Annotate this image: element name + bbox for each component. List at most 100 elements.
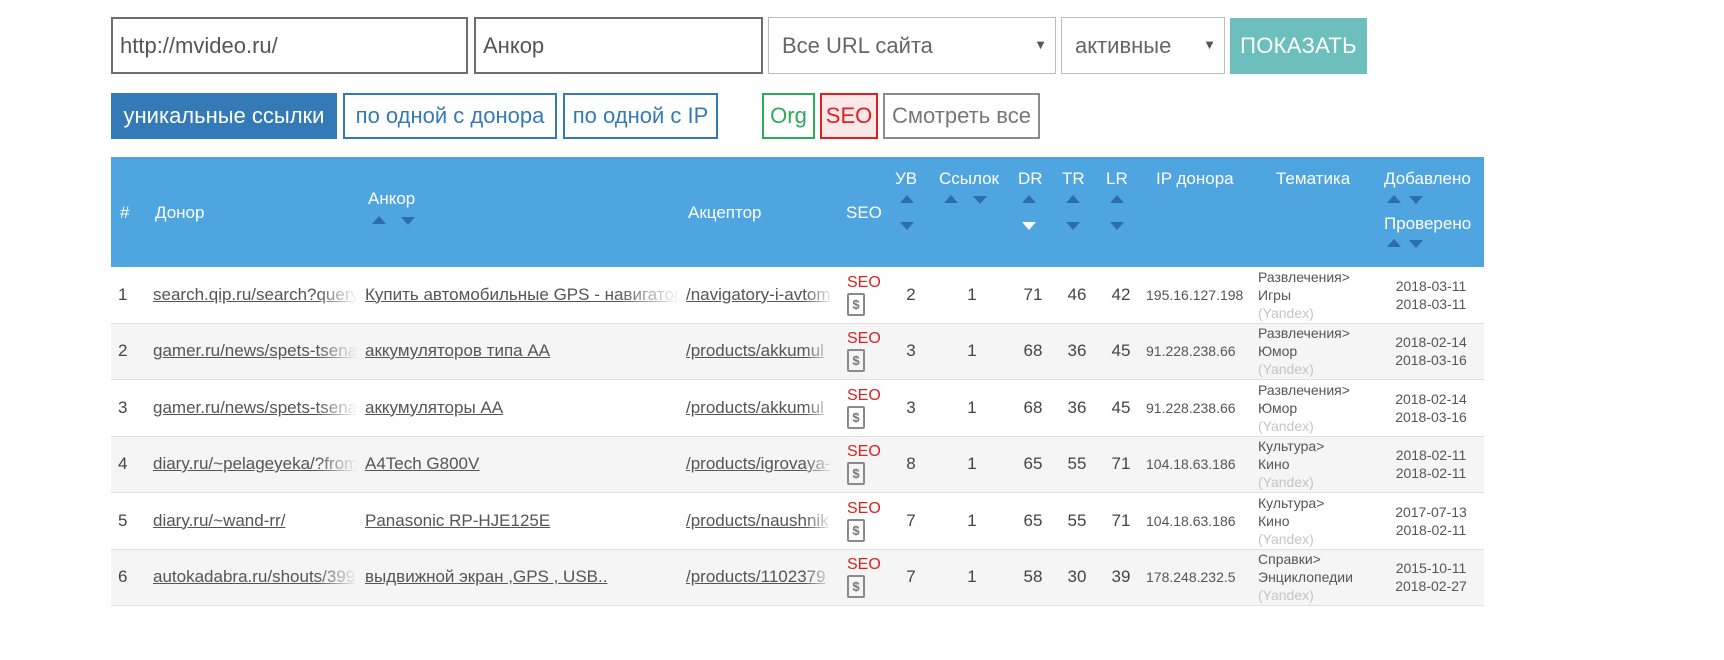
dropdown-arrow-icon: ▼ [1034, 37, 1047, 52]
donor-link[interactable]: gamer.ru/news/spets-tsena [153, 398, 357, 418]
seo-label: SEO [847, 273, 881, 291]
status-select[interactable]: активные ▼ [1061, 17, 1225, 74]
show-all-button[interactable]: Смотреть все [883, 93, 1040, 139]
sort-desc-active-icon[interactable] [1022, 222, 1036, 230]
topic-subcategory: Юмор [1258, 399, 1298, 416]
anchor-link[interactable]: аккумуляторы AA [365, 398, 503, 418]
tr-value: 46 [1067, 284, 1087, 304]
col-tr[interactable]: TR [1062, 169, 1085, 189]
col-acceptor[interactable]: Акцептор [688, 203, 762, 223]
acceptor-link[interactable]: /navigatory-i-avtom [686, 285, 831, 305]
sort-asc-icon[interactable] [944, 195, 958, 203]
acceptor-link[interactable]: /products/akkumul [686, 398, 824, 418]
tag-org-button[interactable]: Org [762, 93, 815, 139]
sort-asc-icon[interactable] [1022, 195, 1036, 203]
sort-desc-icon[interactable] [973, 196, 987, 204]
seo-cell: SEO $ [847, 550, 887, 605]
donor-link[interactable]: diary.ru/~wand-rr/ [153, 511, 285, 531]
donor-link[interactable]: diary.ru/~pelageyeka/?from [153, 454, 358, 474]
uv-value: 2 [906, 284, 916, 304]
mode-per-ip[interactable]: по одной с IP [563, 93, 718, 139]
sort-asc-icon[interactable] [1066, 195, 1080, 203]
table-row: 5 diary.ru/~wand-rr/ Panasonic RP-HJE125… [111, 493, 1484, 550]
donor-link[interactable]: autokadabra.ru/shouts/399 [153, 567, 355, 587]
sort-desc-icon[interactable] [1066, 222, 1080, 230]
sort-desc-icon[interactable] [401, 217, 415, 225]
col-uv[interactable]: УВ [895, 169, 917, 189]
anchor-link[interactable]: выдвижной экран ,GPS , USB.. [365, 567, 607, 587]
dates-cell: 2018-02-11 2018-02-11 [1381, 437, 1481, 492]
donor-ip-value: 104.18.63.186 [1146, 456, 1236, 472]
topic-category: Развлечения> [1258, 381, 1350, 398]
sort-desc-icon[interactable] [1110, 222, 1124, 230]
col-added[interactable]: Добавлено [1384, 169, 1471, 189]
seo-label: SEO [847, 330, 881, 347]
checked-date: 2018-02-27 [1395, 578, 1467, 594]
mode-unique-links[interactable]: уникальные ссылки [111, 93, 337, 139]
col-lr[interactable]: LR [1106, 169, 1128, 189]
topic-subcategory: Юмор [1258, 343, 1298, 359]
seo-cell: SEO $ [847, 380, 887, 435]
lr-value: 39 [1111, 567, 1131, 586]
donor-url-cell: diary.ru/~pelageyeka/?from [153, 437, 358, 492]
dollar-icon: $ [847, 575, 865, 598]
added-date: 2018-02-14 [1395, 390, 1467, 407]
acceptor-link[interactable]: /products/akkumul [686, 341, 824, 361]
table-row: 1 search.qip.ru/search?query Купить авто… [111, 267, 1484, 324]
anchor-link[interactable]: A4Tech G800V [365, 454, 479, 474]
url-scope-value: Все URL сайта [782, 32, 933, 58]
show-button[interactable]: ПОКАЗАТЬ [1230, 18, 1367, 74]
links-count-value: 1 [967, 284, 977, 304]
topic-cell: Развлечения> Юмор (Yandex) [1258, 380, 1384, 435]
anchor-link[interactable]: аккумуляторов типа AA [365, 341, 550, 361]
seo-cell: SEO $ [847, 324, 887, 379]
url-input-value: http://mvideo.ru/ [120, 32, 278, 58]
col-checked[interactable]: Проверено [1384, 214, 1471, 234]
acceptor-link[interactable]: /products/igrovaya- [686, 454, 831, 474]
sort-asc-icon[interactable] [372, 216, 386, 224]
topic-category: Развлечения> [1258, 325, 1350, 341]
added-date: 2017-07-13 [1395, 503, 1467, 520]
acceptor-cell: /products/1102379 [686, 550, 834, 605]
anchor-cell: Купить автомобильные GPS - навигаторы [365, 267, 681, 322]
topic-source: (Yandex) [1258, 417, 1314, 434]
dollar-icon: $ [847, 462, 865, 485]
sort-asc-icon[interactable] [1110, 195, 1124, 203]
tr-value: 30 [1067, 567, 1087, 586]
sort-desc-icon[interactable] [1409, 240, 1423, 248]
table-header: # Донор Анкор Акцептор SEO УВ Ссылок DR … [111, 157, 1484, 267]
sort-asc-icon[interactable] [1387, 239, 1401, 247]
col-dr[interactable]: DR [1018, 169, 1043, 189]
anchor-link[interactable]: Купить автомобильные GPS - навигаторы [365, 285, 681, 305]
acceptor-link[interactable]: /products/1102379 [686, 567, 826, 587]
sort-desc-icon[interactable] [900, 222, 914, 230]
sort-asc-icon[interactable] [900, 195, 914, 203]
url-input[interactable]: http://mvideo.ru/ [111, 17, 468, 74]
links-table: # Донор Анкор Акцептор SEO УВ Ссылок DR … [111, 157, 1484, 606]
col-links-count[interactable]: Ссылок [939, 169, 999, 189]
col-anchor[interactable]: Анкор [368, 189, 415, 209]
anchor-link[interactable]: Panasonic RP-HJE125E [365, 511, 550, 531]
sort-asc-icon[interactable] [1387, 195, 1401, 203]
anchor-input-placeholder: Анкор [483, 32, 545, 58]
sort-desc-icon[interactable] [1409, 196, 1423, 204]
row-number: 4 [118, 454, 128, 473]
seo-label: SEO [847, 499, 881, 517]
row-number: 6 [118, 567, 128, 586]
donor-link[interactable]: gamer.ru/news/spets-tsena [153, 341, 357, 361]
donor-link[interactable]: search.qip.ru/search?query [153, 285, 358, 305]
dollar-icon: $ [847, 349, 865, 372]
links-count-value: 1 [967, 510, 977, 530]
col-donor[interactable]: Донор [155, 203, 204, 223]
tag-seo-button[interactable]: SEO [820, 93, 878, 139]
url-scope-select[interactable]: Все URL сайта ▼ [768, 17, 1056, 74]
col-topic: Тематика [1276, 169, 1351, 188]
added-date: 2018-02-14 [1395, 334, 1467, 350]
acceptor-link[interactable]: /products/naushnik [686, 511, 829, 531]
checked-date: 2018-03-16 [1395, 408, 1467, 425]
lr-value: 45 [1111, 397, 1131, 417]
seo-cell: SEO $ [847, 437, 887, 492]
mode-per-donor[interactable]: по одной с донора [343, 93, 557, 139]
anchor-input[interactable]: Анкор [474, 17, 763, 74]
acceptor-cell: /products/akkumul [686, 324, 834, 379]
